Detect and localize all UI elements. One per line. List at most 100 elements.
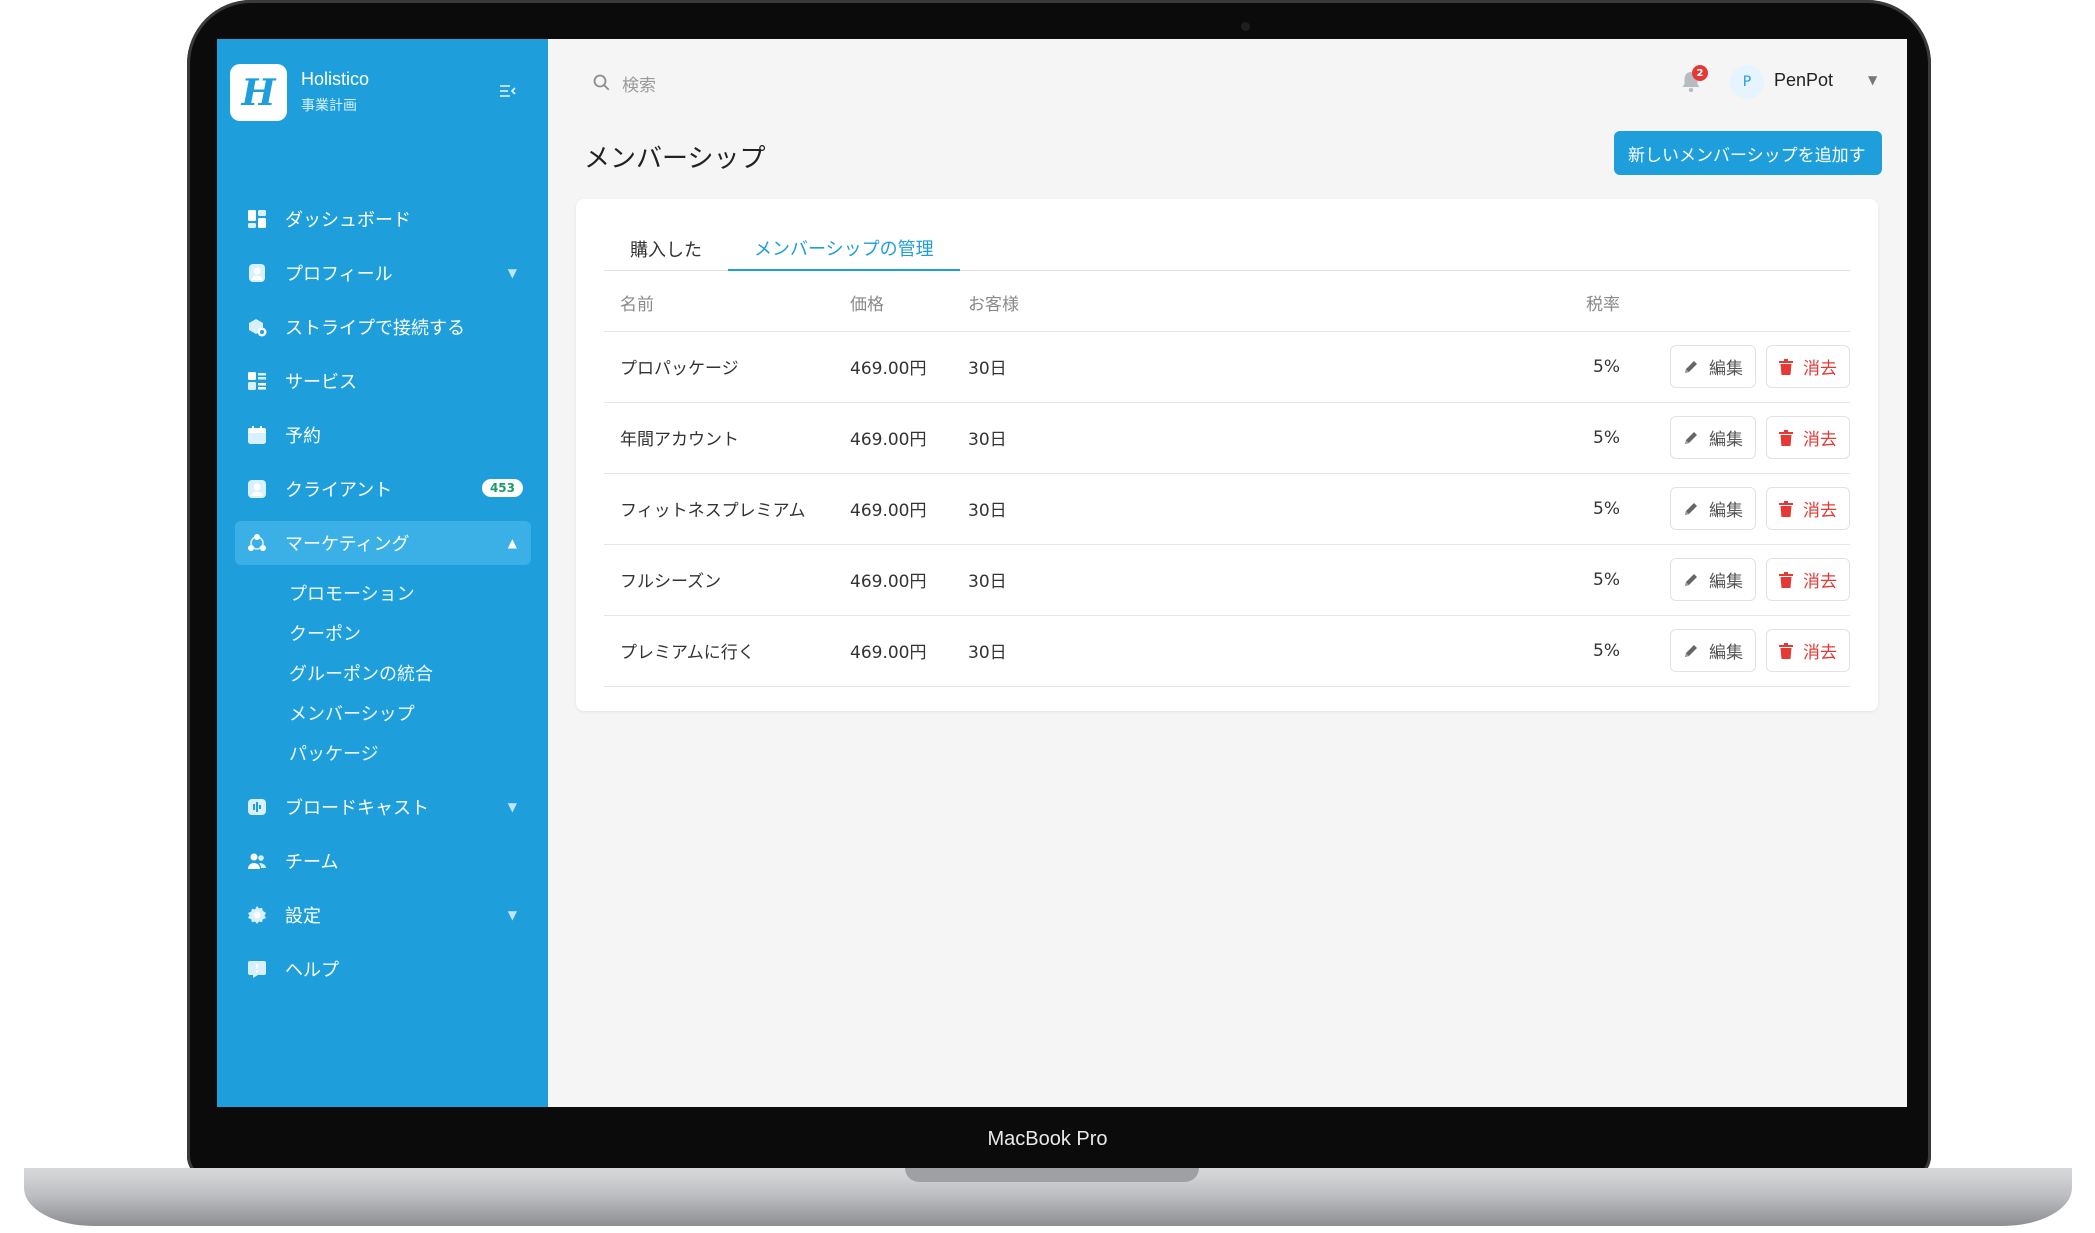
add-membership-button[interactable]: 新しいメンバーシップを追加す — [1614, 131, 1882, 175]
sidebar-item-stripe-connect[interactable]: ストライプで接続する — [235, 305, 531, 349]
delete-button[interactable]: 消去 — [1766, 629, 1850, 672]
app-name: Holistico — [301, 69, 370, 89]
settings-icon — [245, 903, 269, 927]
membership-customers: 30日 — [952, 331, 1512, 403]
calendar-icon — [245, 423, 269, 447]
sidebar-item-label: 予約 — [285, 426, 321, 447]
sidebar: H Holistico 事業計画 ダッシュボード プロフィール ▼ ストライプで接続す… — [217, 39, 548, 1107]
tab-purchased[interactable]: 購入した — [604, 227, 728, 271]
marketing-icon — [245, 531, 269, 555]
column-header-name: 名前 — [604, 275, 834, 332]
sidebar-item-label: ダッシュボード — [285, 210, 411, 231]
sidebar-item-label: マーケティング — [285, 534, 410, 555]
app-logo[interactable]: H — [230, 64, 287, 121]
edit-button[interactable]: 編集 — [1670, 629, 1756, 672]
chevron-up-icon: ▲ — [507, 536, 517, 550]
sidebar-item-help[interactable]: ヘルプ — [235, 947, 531, 991]
sidebar-item-profile[interactable]: プロフィール ▼ — [235, 251, 531, 295]
membership-customers: 30日 — [952, 544, 1512, 616]
chevron-down-icon[interactable]: ▼ — [1868, 73, 1877, 87]
submenu-item[interactable]: プロモーション — [235, 573, 531, 613]
edit-label: 編集 — [1709, 501, 1743, 521]
sidebar-item-label: ヘルプ — [285, 960, 339, 981]
edit-button[interactable]: 編集 — [1670, 558, 1756, 601]
submenu-item[interactable]: メンバーシップ — [235, 693, 531, 733]
sidebar-item-calendar[interactable]: 予約 — [235, 413, 531, 457]
app-subtitle: 事業計画 — [301, 98, 357, 114]
edit-label: 編集 — [1709, 359, 1743, 379]
column-header-tax: 税率 — [1512, 275, 1636, 332]
membership-tax: 5% — [1512, 544, 1636, 616]
pencil-icon — [1685, 360, 1697, 373]
notification-badge: 2 — [1692, 65, 1708, 81]
column-header-customers: お客様 — [952, 275, 1512, 332]
delete-label: 消去 — [1803, 430, 1837, 450]
sidebar-item-settings[interactable]: 設定 ▼ — [235, 893, 531, 937]
sidebar-item-label: ブロードキャスト — [285, 798, 429, 819]
sidebar-item-client[interactable]: クライアント 453 — [235, 467, 531, 511]
edit-label: 編集 — [1709, 430, 1743, 450]
dashboard-icon — [245, 207, 269, 231]
column-header-price: 価格 — [834, 275, 952, 332]
sidebar-item-team[interactable]: チーム — [235, 839, 531, 883]
stripe-connect-icon — [245, 315, 269, 339]
edit-button[interactable]: 編集 — [1670, 345, 1756, 388]
sidebar-item-broadcast[interactable]: ブロードキャスト ▼ — [235, 785, 531, 829]
edit-button[interactable]: 編集 — [1670, 416, 1756, 459]
sidebar-item-label: ストライプで接続する — [285, 318, 465, 339]
sidebar-item-dashboard[interactable]: ダッシュボード — [235, 197, 531, 241]
submenu-item[interactable]: パッケージ — [235, 733, 531, 773]
edit-label: 編集 — [1709, 643, 1743, 663]
delete-button[interactable]: 消去 — [1766, 416, 1850, 459]
sidebar-item-label: サービス — [285, 372, 357, 393]
membership-tax: 5% — [1512, 402, 1636, 474]
row-actions: 編集 消去 — [1636, 473, 1850, 545]
sidebar-item-label: チーム — [285, 852, 339, 873]
membership-price: 469.00円 — [834, 615, 952, 687]
trash-icon — [1779, 642, 1793, 659]
laptop-notch — [905, 1168, 1199, 1182]
membership-tax: 5% — [1512, 615, 1636, 687]
search-input[interactable]: 検索 — [592, 63, 1012, 103]
avatar[interactable]: P — [1730, 65, 1764, 99]
table-header-row: 名前 価格 お客様 税率 — [604, 275, 1850, 332]
tab-bar: 購入した メンバーシップの管理 — [604, 227, 1850, 271]
membership-name: プロパッケージ — [604, 331, 834, 403]
app-screen: H Holistico 事業計画 ダッシュボード プロフィール ▼ ストライプで接続す… — [217, 39, 1907, 1107]
services-icon — [245, 369, 269, 393]
tab-manage-memberships[interactable]: メンバーシップの管理 — [728, 227, 960, 271]
collapse-sidebar-icon[interactable] — [495, 79, 521, 103]
sidebar-item-marketing[interactable]: マーケティング ▲ — [235, 521, 531, 565]
sidebar-item-label: プロフィール — [285, 264, 393, 285]
user-name[interactable]: PenPot — [1774, 70, 1833, 91]
edit-label: 編集 — [1709, 572, 1743, 592]
main-content: 検索 2 P PenPot ▼ メンバーシップ 新しいメンバーシップを追加す 購… — [548, 39, 1907, 1107]
team-icon — [245, 849, 269, 873]
device-label: MacBook Pro — [987, 1128, 1108, 1150]
membership-name: プレミアムに行く — [604, 615, 834, 687]
pencil-icon — [1685, 502, 1697, 515]
membership-customers: 30日 — [952, 402, 1512, 474]
table-row: フルシーズン 469.00円 30日 5% 編集 消去 — [604, 544, 1850, 616]
sidebar-item-services[interactable]: サービス — [235, 359, 531, 403]
delete-label: 消去 — [1803, 643, 1837, 663]
client-count-badge: 453 — [481, 479, 523, 497]
delete-label: 消去 — [1803, 572, 1837, 592]
trash-icon — [1779, 571, 1793, 588]
pencil-icon — [1685, 431, 1697, 444]
chevron-down-icon: ▼ — [507, 908, 517, 922]
submenu-item[interactable]: グルーポンの統合 — [235, 653, 531, 693]
trash-icon — [1779, 500, 1793, 517]
submenu-item[interactable]: クーポン — [235, 613, 531, 653]
membership-price: 469.00円 — [834, 473, 952, 545]
delete-button[interactable]: 消去 — [1766, 345, 1850, 388]
membership-name: 年間アカウント — [604, 402, 834, 474]
row-actions: 編集 消去 — [1636, 615, 1850, 687]
edit-button[interactable]: 編集 — [1670, 487, 1756, 530]
table-row: プロパッケージ 469.00円 30日 5% 編集 消去 — [604, 331, 1850, 403]
membership-customers: 30日 — [952, 473, 1512, 545]
delete-button[interactable]: 消去 — [1766, 558, 1850, 601]
row-actions: 編集 消去 — [1636, 544, 1850, 616]
sidebar-item-label: 設定 — [285, 906, 321, 927]
delete-button[interactable]: 消去 — [1766, 487, 1850, 530]
